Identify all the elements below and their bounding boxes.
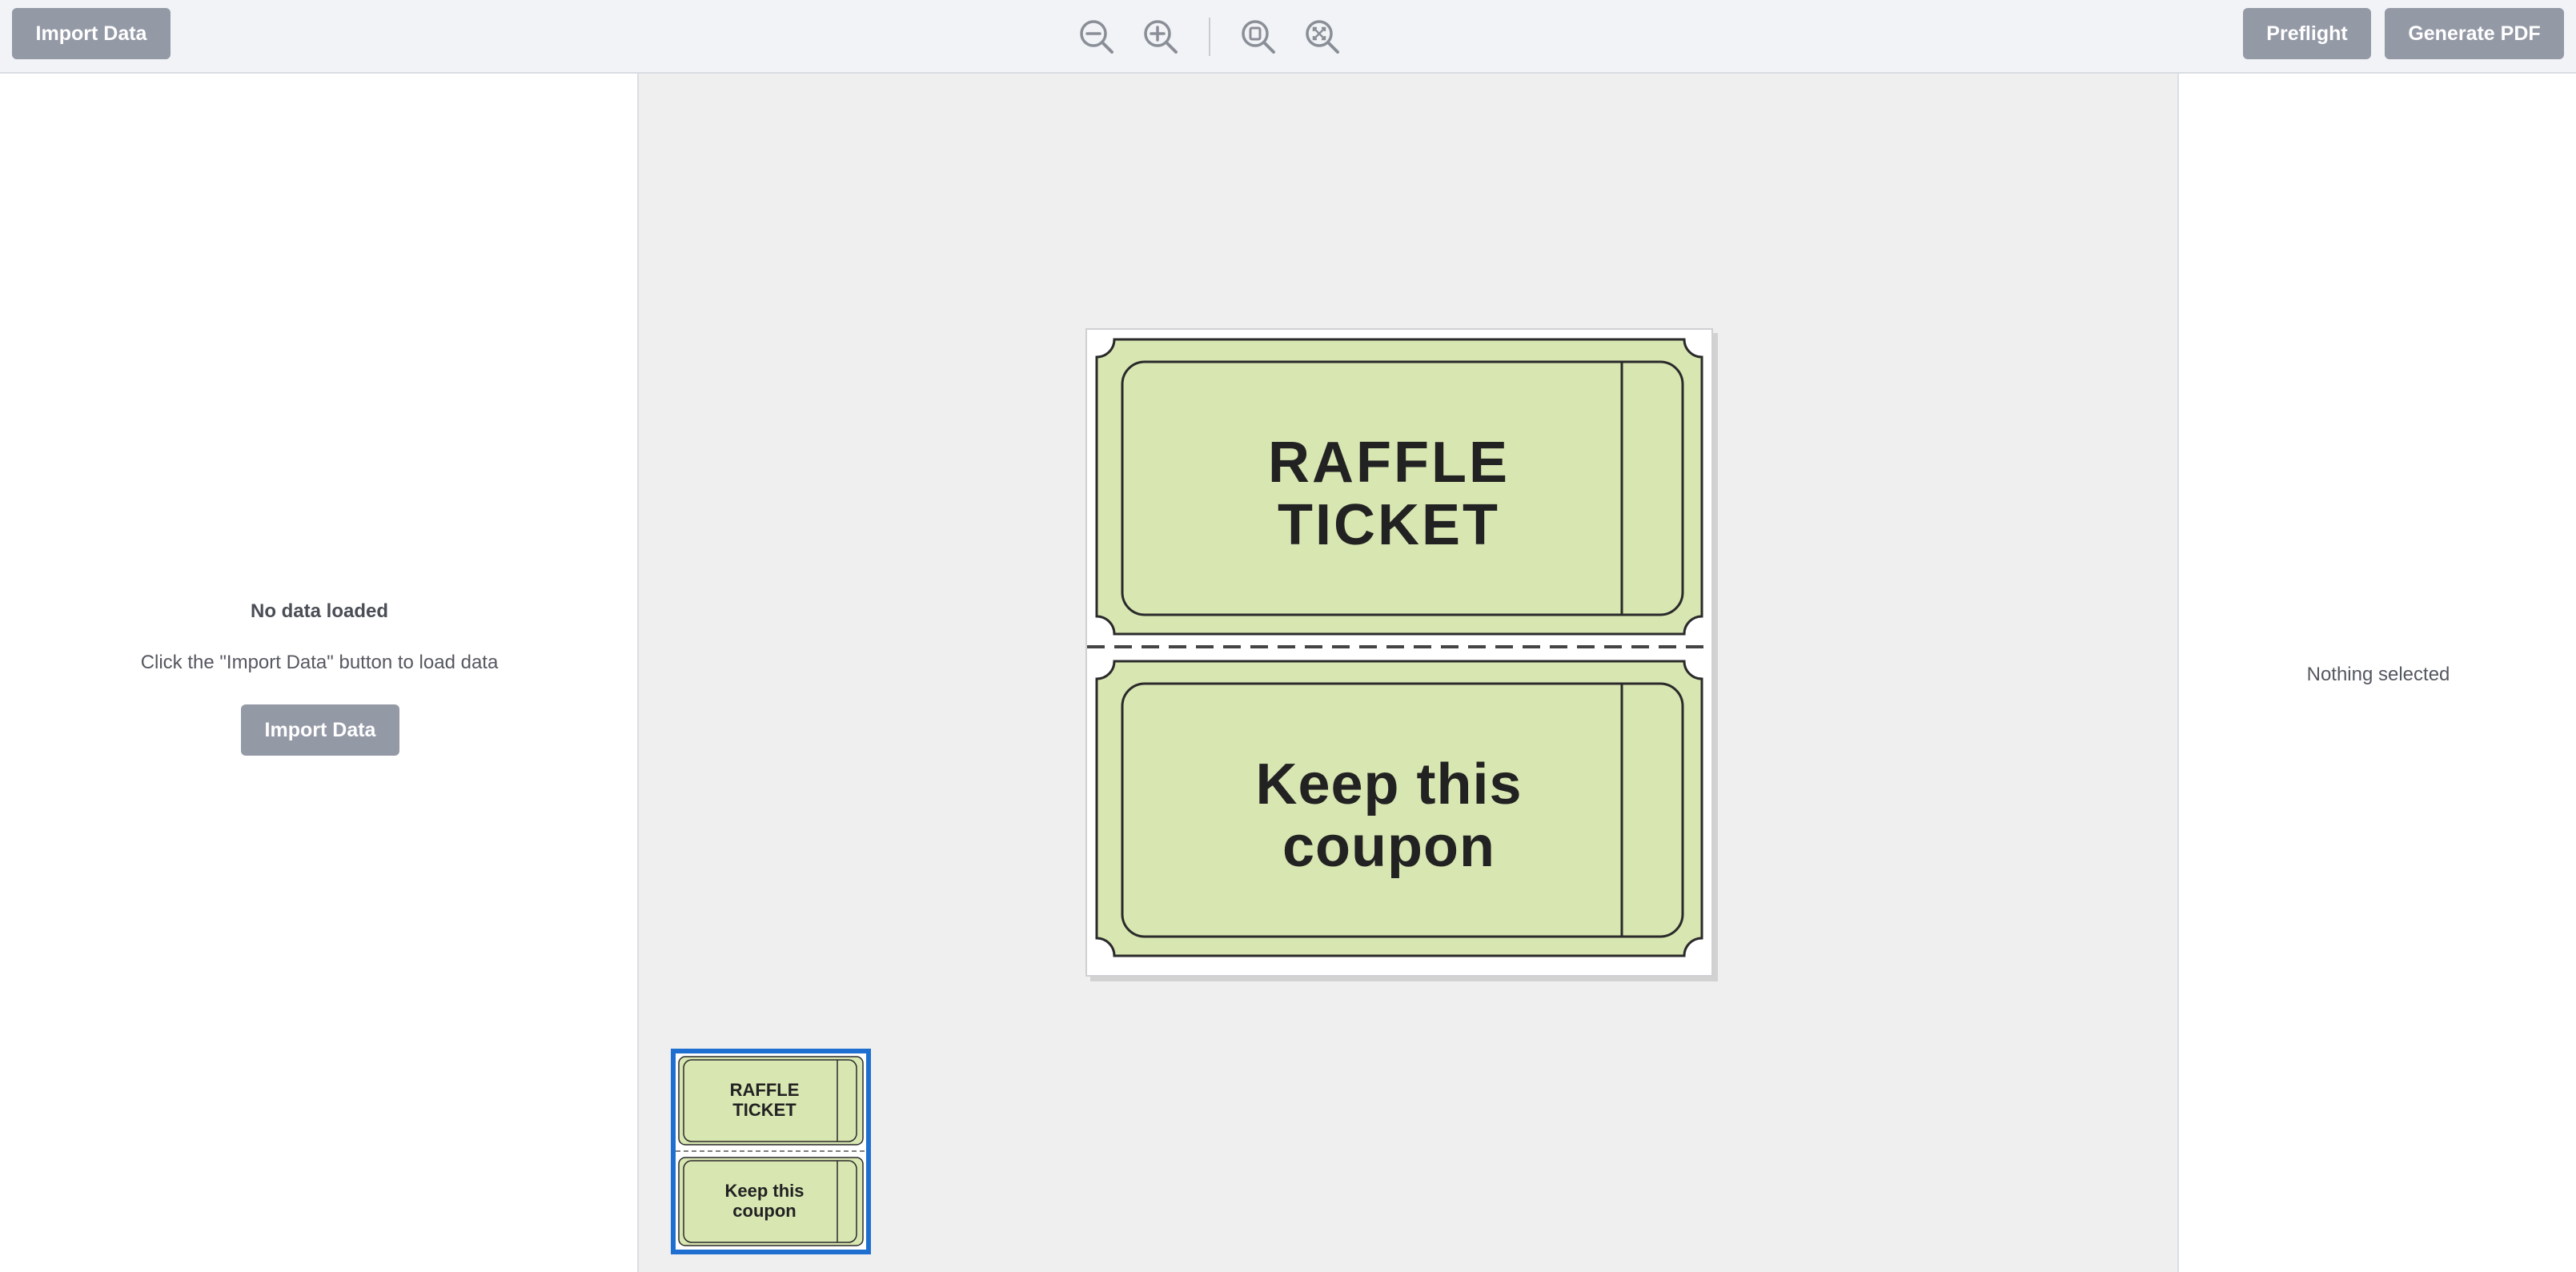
toolbar-divider [1209,18,1210,56]
thumb-top-text: RAFFLE TICKET [729,1080,800,1120]
zoom-fit-width-icon[interactable] [1298,13,1346,61]
ticket-top-text[interactable]: RAFFLE TICKET [1165,431,1613,557]
no-data-message: Click the "Import Data" button to load d… [140,652,499,673]
zoom-in-icon[interactable] [1137,13,1185,61]
data-panel: No data loaded Click the "Import Data" b… [0,74,639,1272]
design-canvas[interactable]: RAFFLE TICKET Keep this coupon RAFFLE TI… [639,74,2177,1272]
properties-panel: Nothing selected [2177,74,2576,1272]
generate-pdf-button[interactable]: Generate PDF [2385,8,2564,59]
page-preview[interactable]: RAFFLE TICKET Keep this coupon [1085,328,1713,977]
nothing-selected-message: Nothing selected [2306,664,2450,685]
zoom-out-icon[interactable] [1073,13,1121,61]
preflight-button[interactable]: Preflight [2243,8,2371,59]
no-data-title: No data loaded [250,600,389,622]
panel-import-data-button[interactable]: Import Data [241,704,399,756]
thumb-bottom-text: Keep this coupon [724,1181,804,1221]
page-thumbnail[interactable]: RAFFLE TICKET Keep this coupon [671,1049,871,1254]
import-data-button[interactable]: Import Data [12,8,171,59]
top-toolbar: Import Data Preflight Generate PDF [0,0,2576,74]
zoom-fit-page-icon[interactable] [1234,13,1282,61]
zoom-controls [1073,13,1362,61]
ticket-bottom-text[interactable]: Keep this coupon [1165,753,1613,879]
